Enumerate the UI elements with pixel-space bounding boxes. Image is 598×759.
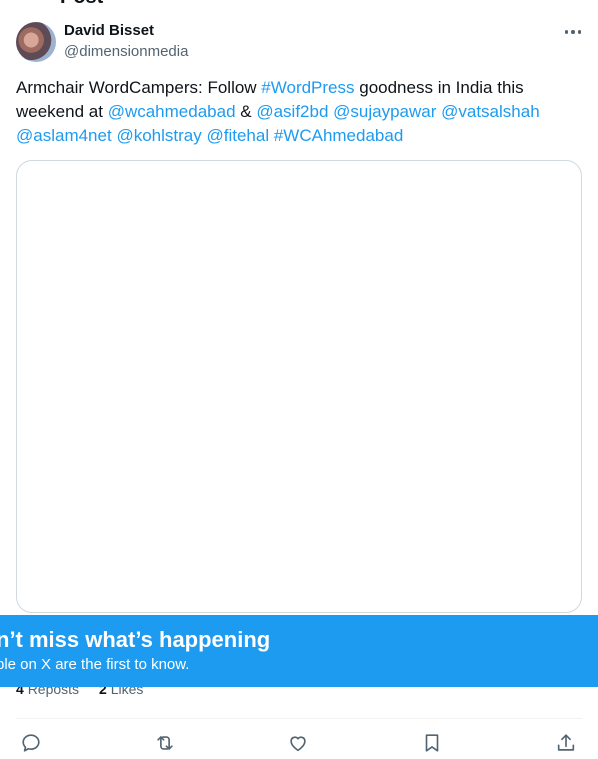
- mention-link[interactable]: @asif2bd: [256, 102, 328, 121]
- author-name[interactable]: David Bisset: [64, 22, 154, 39]
- divider: [16, 718, 582, 719]
- action-bar: [0, 732, 598, 756]
- page-title-partial: Post: [60, 0, 103, 9]
- like-icon[interactable]: [287, 732, 311, 756]
- tweet-text-segment: &: [235, 102, 257, 121]
- hashtag-link[interactable]: #WordPress: [261, 78, 354, 97]
- author-handle[interactable]: @dimensionmedia: [64, 43, 188, 60]
- reply-icon[interactable]: [20, 732, 44, 756]
- share-icon[interactable]: [555, 732, 579, 756]
- mention-link[interactable]: @aslam4net: [16, 126, 112, 145]
- tweet-text-segment: Armchair WordCampers: Follow: [16, 78, 262, 97]
- mention-link[interactable]: @vatsalshah: [441, 102, 540, 121]
- bookmark-icon[interactable]: [421, 732, 445, 756]
- signup-banner: n’t miss what’s happening ple on X are t…: [0, 615, 598, 687]
- banner-title: n’t miss what’s happening: [0, 627, 271, 652]
- mention-link[interactable]: @wcahmedabad: [108, 102, 236, 121]
- author-avatar[interactable]: [16, 22, 56, 62]
- mention-link[interactable]: @kohlstray: [116, 126, 201, 145]
- mention-link[interactable]: @fitehal: [206, 126, 269, 145]
- banner-subtitle: ple on X are the first to know.: [0, 656, 190, 673]
- tweet-media-card[interactable]: [16, 160, 582, 613]
- more-horizontal-icon[interactable]: [558, 20, 588, 44]
- tweet-text: Armchair WordCampers: Follow #WordPress …: [16, 76, 582, 148]
- repost-icon[interactable]: [153, 732, 177, 756]
- mention-link[interactable]: @sujaypawar: [333, 102, 436, 121]
- hashtag-link[interactable]: #WCAhmedabad: [274, 126, 403, 145]
